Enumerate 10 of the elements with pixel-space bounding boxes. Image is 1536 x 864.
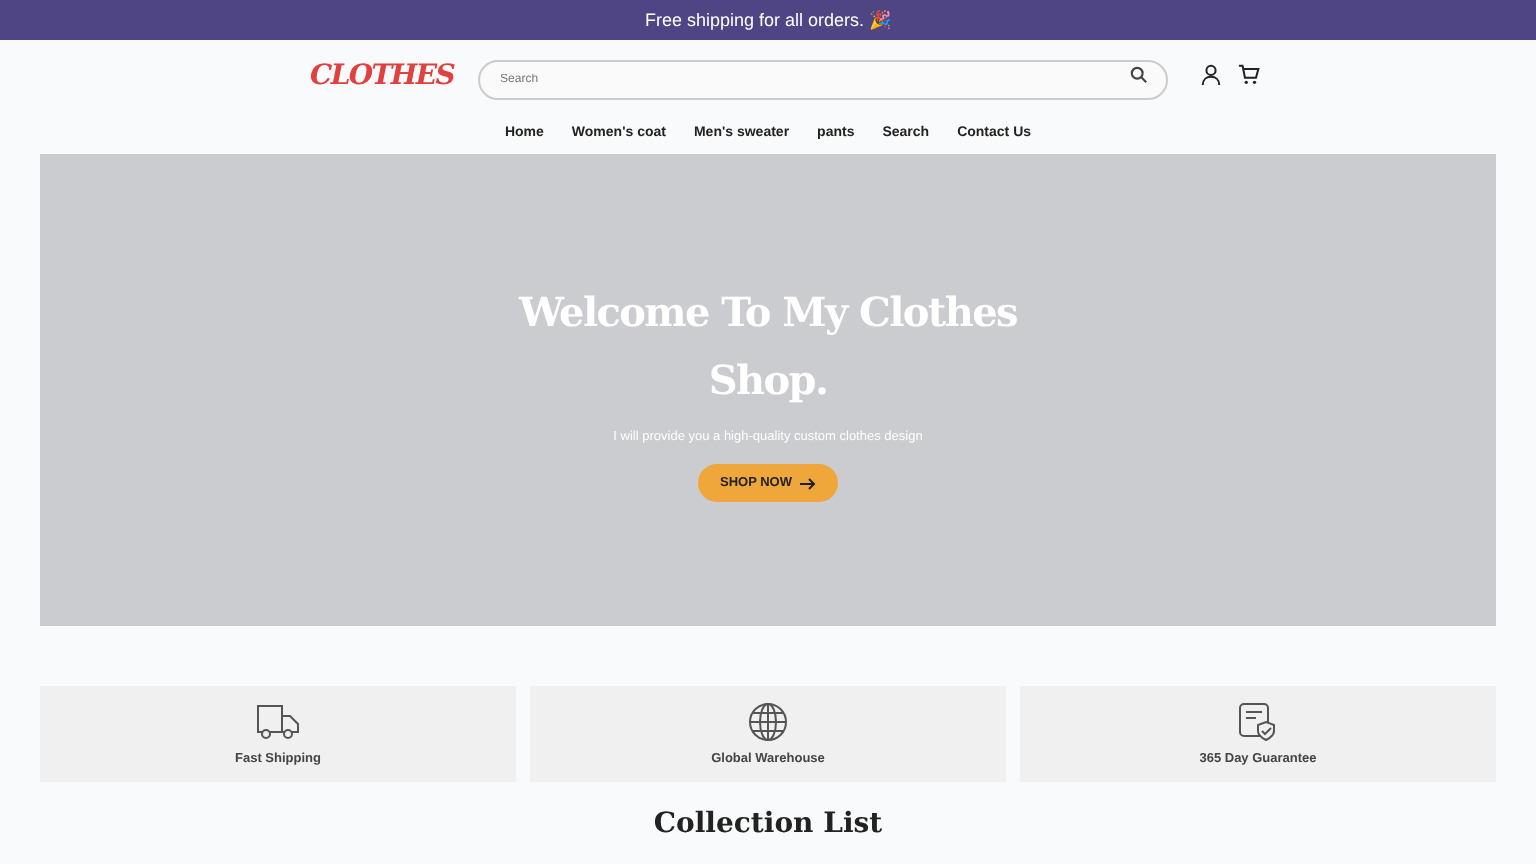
arrow-icon bbox=[800, 477, 816, 489]
globe-icon bbox=[748, 702, 788, 742]
truck-icon bbox=[256, 702, 300, 742]
search-icon[interactable] bbox=[1130, 66, 1149, 84]
section-heading: Collection List bbox=[651, 806, 885, 842]
account-icon[interactable] bbox=[1200, 64, 1223, 86]
announcement-text: Free shipping for all orders. 🎉 bbox=[644, 10, 892, 30]
shield-check-icon bbox=[1238, 702, 1278, 742]
logo[interactable]: CLOTHES bbox=[310, 57, 463, 93]
cart-icon[interactable] bbox=[1238, 64, 1261, 86]
